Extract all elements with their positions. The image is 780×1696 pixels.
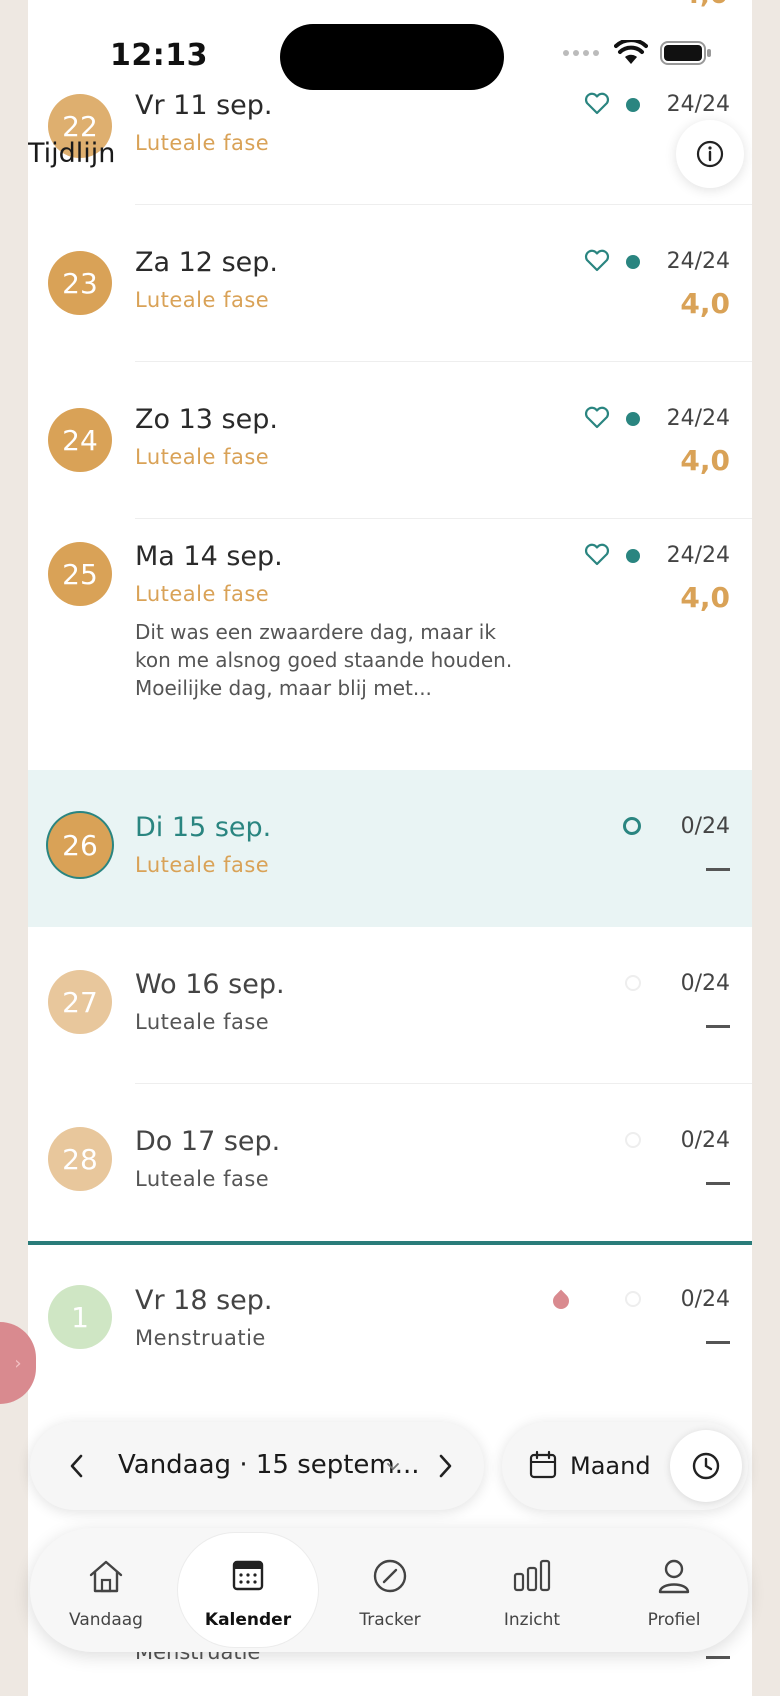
unlogged-ring	[623, 817, 641, 835]
logged-dot	[626, 549, 640, 563]
day-count: 24/24	[666, 92, 730, 117]
cycle-day-badge: 1	[48, 1285, 112, 1349]
day-count: 0/24	[680, 1128, 730, 1153]
unlogged-ring	[625, 975, 641, 991]
day-score: 4,0	[680, 444, 730, 477]
signal-icon	[563, 50, 599, 56]
cycle-day-badge: 26	[48, 813, 112, 877]
month-view-label[interactable]: Maand	[570, 1452, 651, 1480]
day-count: 0/24	[680, 1287, 730, 1312]
day-row-23[interactable]: 23 Za 12 sep. Luteale fase 24/24 4,0	[28, 205, 752, 362]
tab-label: Profiel	[647, 1610, 701, 1630]
day-phase: Luteale fase	[135, 445, 270, 469]
tab-profiel[interactable]: Profiel	[604, 1528, 744, 1652]
tab-vandaag[interactable]: Vandaag	[36, 1528, 176, 1652]
tab-label: Tracker	[359, 1610, 421, 1630]
cycle-day-badge: 23	[48, 251, 112, 315]
previous-day-button[interactable]	[66, 1452, 88, 1480]
day-phase: Menstruatie	[135, 1326, 266, 1350]
day-phase: Luteale fase	[135, 853, 270, 877]
current-date-label[interactable]: Vandaag · 15 septem...	[118, 1450, 420, 1480]
period-drop-icon	[549, 1289, 573, 1313]
chevron-right-icon: ›	[14, 1352, 22, 1374]
day-phase: Luteale fase	[135, 288, 270, 312]
month-view-button[interactable]	[528, 1450, 558, 1480]
tab-label: Inzicht	[503, 1610, 561, 1630]
logged-dot	[626, 255, 640, 269]
day-date: Ma 14 sep.	[135, 541, 283, 572]
logged-dot	[626, 412, 640, 426]
next-day-button[interactable]	[434, 1452, 456, 1480]
empty-score-dash	[706, 1341, 730, 1344]
day-count: 24/24	[666, 406, 730, 431]
status-time: 12:13	[110, 38, 208, 73]
tab-inzicht[interactable]: Inzicht	[462, 1528, 602, 1652]
tab-label: Vandaag	[69, 1610, 143, 1630]
empty-score-dash	[706, 868, 730, 871]
day-row-28[interactable]: 28 Do 17 sep. Luteale fase 0/24	[28, 1084, 752, 1241]
empty-score-dash	[706, 1656, 730, 1659]
unlogged-ring	[625, 1291, 641, 1307]
tab-bar: Vandaag Kalender Tracker Inzicht Profiel	[30, 1528, 748, 1652]
day-count: 0/24	[680, 814, 730, 839]
page-title: Tijdlijn	[28, 138, 116, 169]
heart-icon	[584, 92, 610, 115]
day-row-1[interactable]: 1 Vr 18 sep. Menstruatie 0/24	[28, 1245, 752, 1402]
view-toggle: Maand	[502, 1422, 748, 1510]
calendar-icon	[232, 1560, 264, 1591]
day-date: Zo 13 sep.	[135, 404, 278, 435]
day-row-24[interactable]: 24 Zo 13 sep. Luteale fase 24/24 4,0	[28, 362, 752, 519]
unlogged-ring	[625, 1132, 641, 1148]
heart-icon	[584, 543, 610, 566]
heart-icon	[584, 406, 610, 429]
day-phase: Luteale fase	[135, 131, 270, 155]
day-count: 0/24	[680, 971, 730, 996]
empty-score-dash	[706, 1182, 730, 1185]
day-phase: Luteale fase	[135, 1167, 270, 1191]
tab-tracker[interactable]: Tracker	[320, 1528, 460, 1652]
day-row-26-today[interactable]: 26 Di 15 sep. Luteale fase 0/24	[28, 770, 752, 927]
day-date: Wo 16 sep.	[135, 969, 285, 1000]
tracker-icon	[373, 1559, 407, 1593]
day-count: 24/24	[666, 249, 730, 274]
clock-icon	[692, 1452, 720, 1480]
cycle-day-badge: 27	[48, 970, 112, 1034]
day-date: Za 12 sep.	[135, 247, 278, 278]
partial-score: 4,0	[682, 0, 728, 10]
logged-dot	[626, 98, 640, 112]
timeline-view-button[interactable]	[670, 1430, 742, 1502]
day-date: Di 15 sep.	[135, 812, 272, 843]
wifi-icon	[614, 40, 648, 64]
chevron-down-icon[interactable]	[386, 1462, 400, 1472]
battery-icon	[660, 41, 711, 65]
day-date: Vr 18 sep.	[135, 1285, 273, 1316]
dynamic-island	[280, 24, 504, 90]
day-row-25[interactable]: 25 Ma 14 sep. Luteale fase Dit was een z…	[28, 519, 752, 769]
date-navigator: Vandaag · 15 septem...	[30, 1422, 484, 1510]
day-date: Vr 11 sep.	[135, 90, 273, 121]
day-score: 4,0	[680, 581, 730, 614]
info-icon	[696, 140, 724, 168]
cycle-day-badge: 28	[48, 1127, 112, 1191]
heart-icon	[584, 249, 610, 272]
day-score: 4,0	[680, 287, 730, 320]
day-date: Do 17 sep.	[135, 1126, 281, 1157]
home-icon	[89, 1560, 123, 1593]
tab-label: Kalender	[204, 1610, 292, 1630]
person-icon	[658, 1559, 690, 1594]
tab-kalender[interactable]: Kalender	[178, 1528, 318, 1652]
cycle-day-badge: 25	[48, 542, 112, 606]
info-button[interactable]	[676, 120, 744, 188]
day-phase: Luteale fase	[135, 1010, 270, 1034]
cycle-day-badge: 24	[48, 408, 112, 472]
day-count: 24/24	[666, 543, 730, 568]
day-note: Dit was een zwaardere dag, maar ik kon m…	[135, 620, 513, 700]
day-phase: Luteale fase	[135, 582, 270, 606]
status-icons	[562, 40, 712, 66]
chart-icon	[513, 1559, 551, 1592]
empty-score-dash	[706, 1025, 730, 1028]
day-row-27[interactable]: 27 Wo 16 sep. Luteale fase 0/24	[28, 927, 752, 1084]
